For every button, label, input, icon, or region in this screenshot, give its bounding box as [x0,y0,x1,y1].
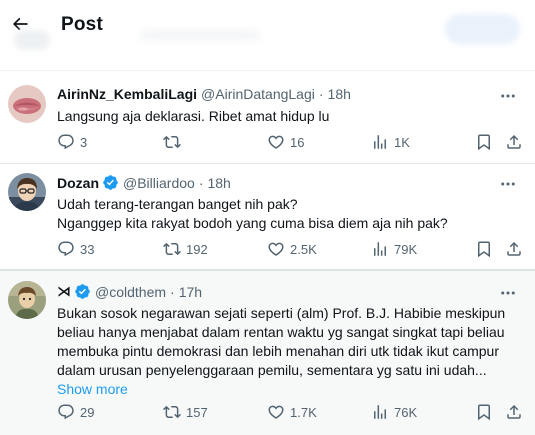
top-bar: Post [0,0,535,53]
page-title: Post [61,14,103,35]
retweet-button[interactable]: 192 [163,239,208,259]
share-button[interactable] [505,132,523,152]
verified-badge-icon [102,174,119,191]
like-button[interactable]: 1.7K [267,402,317,422]
views-chart-icon [374,405,386,419]
avatar[interactable] [8,85,46,123]
heart-icon [268,242,284,256]
more-horizontal-icon [501,291,515,295]
post-text-line: beliau hanya menjabat dalam rentan waktu… [57,324,505,340]
retweet-icon [163,135,181,149]
reply-count: 29 [80,404,95,420]
post-text-line: Langsung aja deklarasi. Ribet amat hidup… [57,108,330,124]
post-text-line: Udah terang-terangan banget nih pak? [57,196,298,212]
verified-badge-icon [74,283,91,300]
like-count: 2.5K [290,241,317,257]
heart-icon [268,405,284,419]
blurred-area [14,30,50,50]
bookmark-button[interactable] [475,402,493,422]
views-chart-icon [374,242,386,256]
bookmark-icon [478,241,490,258]
display-name[interactable]: ⋊ [57,283,71,300]
views-button[interactable]: 76K [371,402,417,422]
reply-post[interactable]: ⋊ @coldthem · 17h Bukan sosok negarawan … [0,271,535,435]
avatar[interactable] [8,281,46,319]
share-icon [507,241,521,256]
avatar[interactable] [8,173,46,211]
post-time[interactable]: 17h [179,284,202,300]
retweet-button[interactable]: 157 [163,402,208,422]
reply-icon [58,134,74,150]
post-text: Udah terang-terangan banget nih pak? Nga… [57,195,527,233]
views-chart-icon [374,135,386,149]
share-icon [507,404,521,419]
more-options-button[interactable] [498,285,518,301]
bookmark-icon [478,134,490,151]
action-bar: 3 16 1K [57,132,527,152]
separator-dot: · [170,283,175,300]
reply-count: 33 [80,241,95,257]
separator-dot: · [198,174,204,191]
action-bar: 29 157 1.7K 76K [57,402,527,422]
retweet-icon [163,405,181,419]
views-count: 76K [394,404,418,420]
views-count: 1K [394,134,410,150]
post-text: Bukan sosok negarawan sejati seperti (al… [57,304,527,399]
reply-icon [58,404,74,420]
post-text-line: Bukan sosok negarawan sejati seperti (al… [57,305,506,321]
post-header: AirinNz_KembaliLagi @AirinDatangLagi · 1… [57,86,351,102]
reply-post[interactable]: AirinNz_KembaliLagi @AirinDatangLagi · 1… [0,71,535,164]
views-button[interactable]: 1K [371,132,410,152]
bookmark-button[interactable] [475,239,493,259]
reply-button[interactable]: 33 [57,239,94,259]
like-count: 16 [290,134,305,150]
action-bar: 33 192 2.5K 79K [57,239,527,259]
reply-post[interactable]: Dozan @Billiardoo · 18h Udah terang-tera… [0,164,535,270]
blurred-button [445,14,520,44]
reply-icon [58,241,74,257]
display-name[interactable]: AirinNz_KembaliLagi [57,86,197,102]
user-handle[interactable]: @Billiardoo [123,175,195,191]
post-header: ⋊ @coldthem · 17h [57,283,202,300]
bookmark-button[interactable] [475,132,493,152]
blurred-area [140,30,260,40]
retweet-icon [163,242,181,256]
like-button[interactable]: 16 [267,132,304,152]
user-handle[interactable]: @coldthem [95,284,166,300]
post-text-line: Nganggep kita rakyat bodoh yang cuma bis… [57,215,448,231]
like-button[interactable]: 2.5K [267,239,317,259]
separator-dot: · [318,86,324,102]
retweet-button[interactable] [163,132,186,152]
retweet-count: 192 [186,241,208,257]
post-text: Langsung aja deklarasi. Ribet amat hidup… [57,107,527,126]
like-count: 1.7K [290,404,317,420]
reply-count: 3 [80,134,88,150]
views-count: 79K [394,241,418,257]
share-icon [507,134,521,149]
bookmark-icon [478,404,490,421]
share-button[interactable] [505,402,523,422]
retweet-count: 157 [186,404,208,420]
heart-icon [268,135,284,149]
show-more-link[interactable]: Show more [57,380,527,399]
post-time[interactable]: 18h [328,86,351,102]
reply-button[interactable]: 29 [57,402,94,422]
post-time[interactable]: 18h [207,175,230,191]
views-button[interactable]: 79K [371,239,417,259]
reply-button[interactable]: 3 [57,132,87,152]
more-horizontal-icon [501,94,515,98]
post-text-line: membuka pintu demokrasi dan lebih menaha… [57,343,500,359]
share-button[interactable] [505,239,523,259]
more-options-button[interactable] [498,88,518,104]
display-name[interactable]: Dozan [57,175,99,191]
post-header: Dozan @Billiardoo · 18h [57,174,231,191]
more-horizontal-icon [501,182,515,186]
more-options-button[interactable] [498,176,518,192]
user-handle[interactable]: @AirinDatangLagi [201,86,315,102]
post-text-line: dalam urusan penyelenggaraan pemilu, sem… [57,362,487,378]
